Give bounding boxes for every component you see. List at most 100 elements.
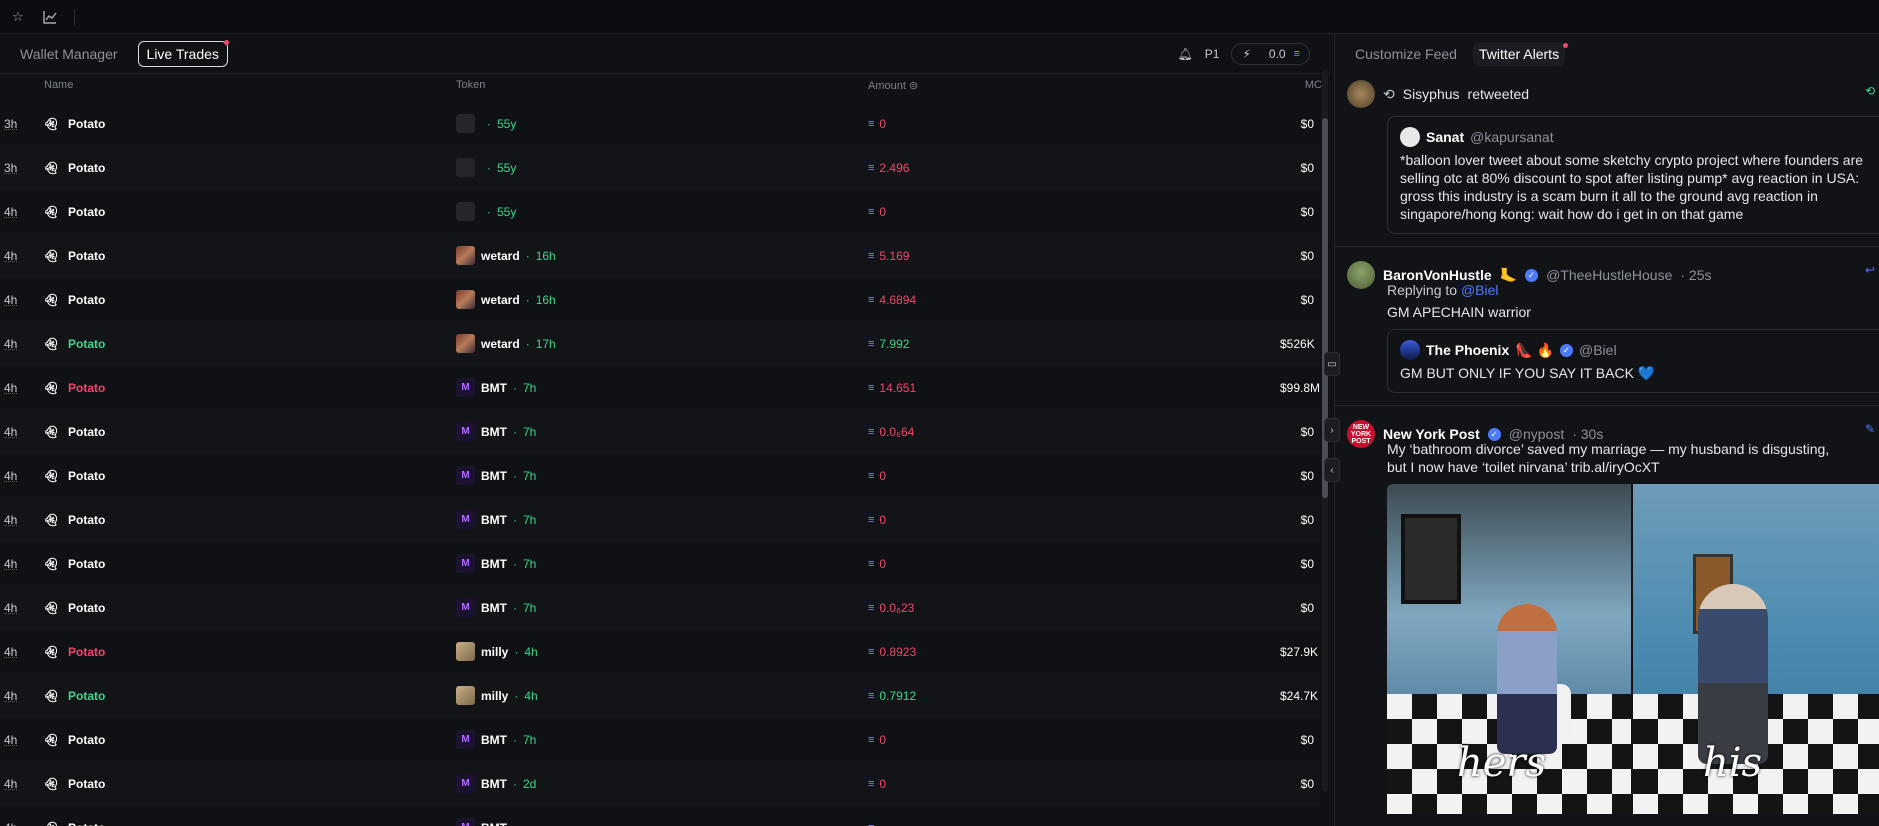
- currency-toggle-icon[interactable]: ⊜: [909, 80, 918, 92]
- token-cell[interactable]: M BMT · 7h: [456, 598, 868, 617]
- table-row[interactable]: 4h 👻︎ Potato milly · 4h ≡ 0.7912 $24.7K: [0, 674, 1320, 718]
- quote-text: *balloon lover tweet about some sketchy …: [1400, 152, 1864, 222]
- column-token: Token: [456, 79, 486, 91]
- tab-twitter-alerts[interactable]: Twitter Alerts: [1472, 42, 1569, 66]
- token-image: M: [456, 730, 475, 749]
- token-cell[interactable]: M BMT · 7h: [456, 554, 868, 573]
- wallet-name[interactable]: 👻︎ Potato: [43, 337, 456, 351]
- token-cell[interactable]: · 55y: [456, 158, 868, 177]
- wallet-name[interactable]: 👻︎ Potato: [43, 513, 456, 527]
- token-age: 55y: [497, 204, 517, 219]
- twitter-alerts-panel: Customize Feed Twitter Alerts ⟲ Sisyphus…: [1334, 34, 1879, 826]
- table-row[interactable]: 4h👻︎ Potato M BMT ≡: [0, 806, 1320, 826]
- retweet-icon: ⟲: [1383, 85, 1395, 102]
- table-row[interactable]: 4h 👻︎ Potato wetard · 16h ≡ 4.6894 $0: [0, 278, 1320, 322]
- token-name: BMT: [481, 732, 507, 747]
- tab-live-trades[interactable]: Live Trades: [137, 39, 229, 67]
- table-row[interactable]: 4h 👻︎ Potato milly · 4h ≡ 0.8923 $27.9K: [0, 630, 1320, 674]
- table-row[interactable]: 4h 👻︎ Potato M BMT · 7h ≡ 0 $0: [0, 542, 1320, 586]
- amount-cell: ≡ 0.8923: [868, 645, 1280, 659]
- reply-icon: ↩: [1865, 263, 1876, 277]
- table-row[interactable]: 4h 👻︎ Potato M BMT · 7h ≡ 0.0₆23 $0: [0, 586, 1320, 630]
- token-cell[interactable]: M BMT · 7h: [456, 510, 868, 529]
- replying-handle-link[interactable]: @Biel: [1461, 282, 1499, 298]
- monitor-icon[interactable]: ▭: [1324, 352, 1340, 376]
- table-row[interactable]: 4h 👻︎ Potato M BMT · 2d ≡ 0 $0: [0, 762, 1320, 806]
- table-row[interactable]: 4h 👻︎ Potato M BMT · 7h ≡ 0 $0: [0, 718, 1320, 762]
- live-trades-panel: Wallet Manager Live Trades 🔔︎ P1 ⚡︎ 0.0 …: [0, 34, 1330, 826]
- token-cell[interactable]: M BMT · 7h: [456, 422, 868, 441]
- amount-cell: ≡ 0: [868, 117, 1280, 131]
- table-row[interactable]: 4h 👻︎ Potato · 55y ≡ 0 $0: [0, 190, 1320, 234]
- bell-icon[interactable]: 🔔︎: [1178, 47, 1193, 61]
- token-cell[interactable]: wetard · 17h: [456, 334, 868, 353]
- table-row[interactable]: 3h 👻︎ Potato · 55y ≡ 0 $0: [0, 102, 1320, 146]
- separator-dot: ·: [487, 160, 491, 175]
- wallet-name[interactable]: 👻︎ Potato: [43, 160, 456, 175]
- column-name: Name: [44, 79, 74, 91]
- table-row[interactable]: 4h 👻︎ Potato M BMT · 7h ≡ 0 $0: [0, 454, 1320, 498]
- wallet-name[interactable]: 👻︎ Potato: [43, 777, 456, 791]
- table-row[interactable]: 4h 👻︎ Potato wetard · 17h ≡ 7.992 $526K: [0, 322, 1320, 366]
- token-cell[interactable]: milly · 4h: [456, 686, 868, 705]
- token-cell[interactable]: · 55y: [456, 114, 868, 133]
- solana-icon: ≡: [1293, 48, 1301, 60]
- token-name: BMT: [481, 600, 507, 615]
- token-image: [456, 202, 475, 221]
- token-cell[interactable]: milly · 4h: [456, 642, 868, 661]
- token-cell[interactable]: M BMT · 7h: [456, 730, 868, 749]
- wallet-name[interactable]: 👻︎ Potato: [43, 205, 456, 219]
- wallet-name[interactable]: 👻︎ Potato: [43, 380, 456, 395]
- token-image: [456, 686, 475, 705]
- wallet-name[interactable]: 👻︎ Potato: [43, 117, 456, 131]
- wallet-name[interactable]: 👻︎ Potato: [43, 645, 456, 659]
- top-toolbar: ☆: [0, 0, 1879, 34]
- wallet-name[interactable]: 👻︎ Potato: [43, 249, 456, 263]
- token-name: wetard: [481, 292, 520, 307]
- wallet-name[interactable]: 👻︎ Potato: [43, 469, 456, 483]
- token-cell[interactable]: M BMT · 7h: [456, 466, 868, 485]
- tweet-reply[interactable]: BaronVonHustle 🦶 ✓ @TheeHustleHouse · 25…: [1335, 247, 1879, 406]
- tweet-media[interactable]: hers his: [1387, 484, 1879, 814]
- tab-wallet-manager[interactable]: Wallet Manager: [12, 42, 126, 66]
- ghost-icon: 👻︎: [43, 160, 59, 175]
- token-cell[interactable]: wetard · 16h: [456, 246, 868, 265]
- ghost-icon: 👻︎: [43, 732, 59, 747]
- wallet-name[interactable]: 👻︎ Potato: [43, 557, 456, 571]
- wallet-name[interactable]: 👻︎ Potato: [43, 293, 456, 307]
- table-row[interactable]: 4h 👻︎ Potato M BMT · 7h ≡ 0 $0: [0, 498, 1320, 542]
- solana-icon: ≡: [868, 161, 875, 174]
- preset-label[interactable]: P1: [1205, 47, 1220, 61]
- wallet-name[interactable]: 👻︎ Potato: [43, 425, 456, 439]
- collapse-left-icon[interactable]: ‹: [1324, 458, 1340, 482]
- table-row[interactable]: 3h 👻︎ Potato · 55y ≡ 2.496 $0: [0, 146, 1320, 190]
- table-row[interactable]: 4h 👻︎ Potato M BMT · 7h ≡ 0.0₆64 $0: [0, 410, 1320, 454]
- tab-customize-feed[interactable]: Customize Feed: [1349, 42, 1463, 66]
- token-cell[interactable]: M BMT · 7h: [456, 378, 868, 397]
- token-cell[interactable]: wetard · 16h: [456, 290, 868, 309]
- token-cell[interactable]: M BMT: [456, 818, 868, 826]
- quoted-tweet[interactable]: The Phoenix 👠 🔥 ✓ @Biel GM BUT ONLY IF Y…: [1387, 329, 1879, 393]
- wallet-name[interactable]: 👻︎ Potato: [43, 601, 456, 615]
- star-icon[interactable]: ☆: [10, 9, 26, 25]
- tweet-retweet[interactable]: ⟲ Sisyphus retweeted ⟲ Sanat @kapursanat…: [1335, 74, 1879, 247]
- wallet-name[interactable]: 👻︎ Potato: [43, 689, 456, 703]
- replying-to: Replying to @Biel: [1387, 281, 1879, 299]
- tweet-news[interactable]: NEW YORK POST New York Post ✓ @nypost · …: [1335, 406, 1879, 826]
- table-row[interactable]: 4h 👻︎ Potato M BMT · 7h ≡ 14.651 $99.8M: [0, 366, 1320, 410]
- wallet-label: Potato: [68, 380, 106, 395]
- token-cell[interactable]: · 55y: [456, 202, 868, 221]
- wallet-name[interactable]: 👻︎ Potato: [43, 732, 456, 747]
- chart-icon[interactable]: [42, 9, 58, 25]
- solana-icon: ≡: [868, 645, 875, 658]
- wallet-name[interactable]: 👻︎ Potato: [43, 821, 456, 826]
- table-row[interactable]: 4h 👻︎ Potato wetard · 16h ≡ 5.169 $0: [0, 234, 1320, 278]
- token-age: 7h: [523, 732, 537, 747]
- trade-age: 4h: [4, 688, 18, 703]
- expand-right-icon[interactable]: ›: [1324, 418, 1340, 442]
- author-emoji: 🦶: [1499, 266, 1518, 283]
- quoted-tweet[interactable]: Sanat @kapursanat *balloon lover tweet a…: [1387, 116, 1879, 234]
- quick-buy-amount[interactable]: ⚡︎ 0.0 ≡: [1231, 43, 1310, 65]
- token-cell[interactable]: M BMT · 2d: [456, 774, 868, 793]
- column-amount[interactable]: Amount ⊜: [868, 79, 1280, 92]
